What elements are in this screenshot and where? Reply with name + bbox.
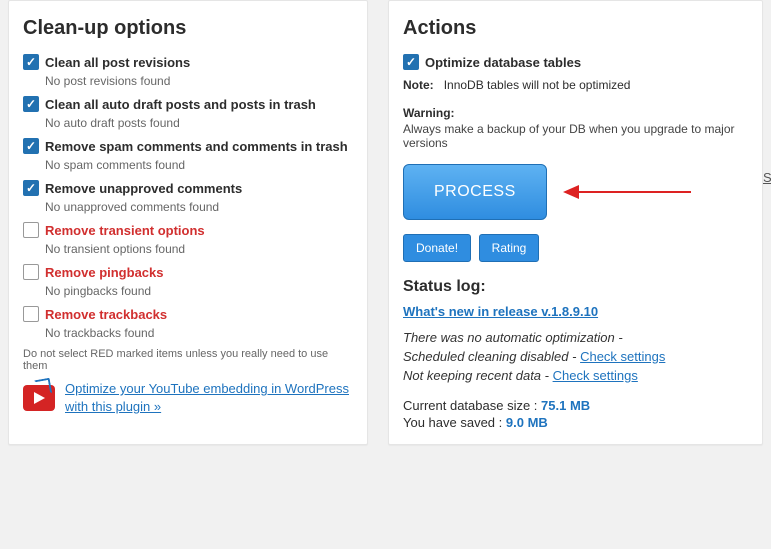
sub-spam-comments: No spam comments found <box>45 158 353 172</box>
note-label: Note: <box>403 78 434 92</box>
edge-letter: S <box>763 170 771 185</box>
yt-link[interactable]: Optimize your YouTube embedding in WordP… <box>65 380 353 416</box>
label-unapproved: Remove unapproved comments <box>45 181 242 196</box>
sub-clean-revisions: No post revisions found <box>45 74 353 88</box>
label-clean-revisions: Clean all post revisions <box>45 55 190 70</box>
arrow-icon <box>561 180 696 204</box>
checkbox-spam-comments[interactable] <box>23 138 39 154</box>
option-unapproved: Remove unapproved comments <box>23 180 353 196</box>
check-settings-recent[interactable]: Check settings <box>553 368 638 383</box>
checkbox-unapproved[interactable] <box>23 180 39 196</box>
actions-title: Actions <box>403 17 748 40</box>
sched-line: Scheduled cleaning disabled - Check sett… <box>403 348 748 367</box>
sub-pingbacks: No pingbacks found <box>45 284 353 298</box>
process-button[interactable]: PROCESS <box>403 164 547 220</box>
process-row: PROCESS <box>403 164 748 220</box>
saved-row: You have saved : 9.0 MB <box>403 415 748 430</box>
checkbox-auto-draft[interactable] <box>23 96 39 112</box>
cleanup-panel: Clean-up options Clean all post revision… <box>8 0 368 445</box>
note-line: Note: InnoDB tables will not be optimize… <box>403 78 748 92</box>
label-transient: Remove transient options <box>45 223 205 238</box>
secondary-buttons: Donate! Rating <box>403 234 748 262</box>
sub-transient: No transient options found <box>45 242 353 256</box>
label-spam-comments: Remove spam comments and comments in tra… <box>45 139 348 154</box>
saved-value: 9.0 MB <box>506 415 548 430</box>
db-size-label: Current database size : <box>403 398 541 413</box>
saved-label: You have saved : <box>403 415 506 430</box>
option-transient: Remove transient options <box>23 222 353 238</box>
cleanup-title: Clean-up options <box>23 17 353 40</box>
yt-promo: Optimize your YouTube embedding in WordP… <box>23 380 353 416</box>
check-settings-sched[interactable]: Check settings <box>580 349 665 364</box>
warning-text: Always make a backup of your DB when you… <box>403 122 748 150</box>
note-text: InnoDB tables will not be optimized <box>444 78 631 92</box>
actions-panel: Actions Optimize database tables Note: I… <box>388 0 763 445</box>
donate-button[interactable]: Donate! <box>403 234 471 262</box>
db-size-row: Current database size : 75.1 MB <box>403 398 748 413</box>
checkbox-clean-revisions[interactable] <box>23 54 39 70</box>
recent-line: Not keeping recent data - Check settings <box>403 367 748 386</box>
checkbox-trackbacks[interactable] <box>23 306 39 322</box>
label-pingbacks: Remove pingbacks <box>45 265 164 280</box>
whats-new-link[interactable]: What's new in release v.1.8.9.10 <box>403 304 598 319</box>
sub-unapproved: No unapproved comments found <box>45 200 353 214</box>
label-optimize-tables: Optimize database tables <box>425 55 581 70</box>
status-log-title: Status log: <box>403 278 748 296</box>
option-clean-revisions: Clean all post revisions <box>23 54 353 70</box>
checkbox-pingbacks[interactable] <box>23 264 39 280</box>
red-footnote: Do not select RED marked items unless yo… <box>23 348 353 372</box>
rating-button[interactable]: Rating <box>479 234 540 262</box>
label-auto-draft: Clean all auto draft posts and posts in … <box>45 97 316 112</box>
auto-opt-line: There was no automatic optimization - <box>403 329 748 348</box>
checkbox-transient[interactable] <box>23 222 39 238</box>
option-pingbacks: Remove pingbacks <box>23 264 353 280</box>
checkbox-optimize-tables[interactable] <box>403 54 419 70</box>
option-spam-comments: Remove spam comments and comments in tra… <box>23 138 353 154</box>
warning-label: Warning: <box>403 106 748 120</box>
youtube-icon <box>23 385 55 411</box>
label-trackbacks: Remove trackbacks <box>45 307 167 322</box>
sub-auto-draft: No auto draft posts found <box>45 116 353 130</box>
option-trackbacks: Remove trackbacks <box>23 306 353 322</box>
sub-trackbacks: No trackbacks found <box>45 326 353 340</box>
option-optimize-tables: Optimize database tables <box>403 54 748 70</box>
option-auto-draft: Clean all auto draft posts and posts in … <box>23 96 353 112</box>
db-size-value: 75.1 MB <box>541 398 590 413</box>
